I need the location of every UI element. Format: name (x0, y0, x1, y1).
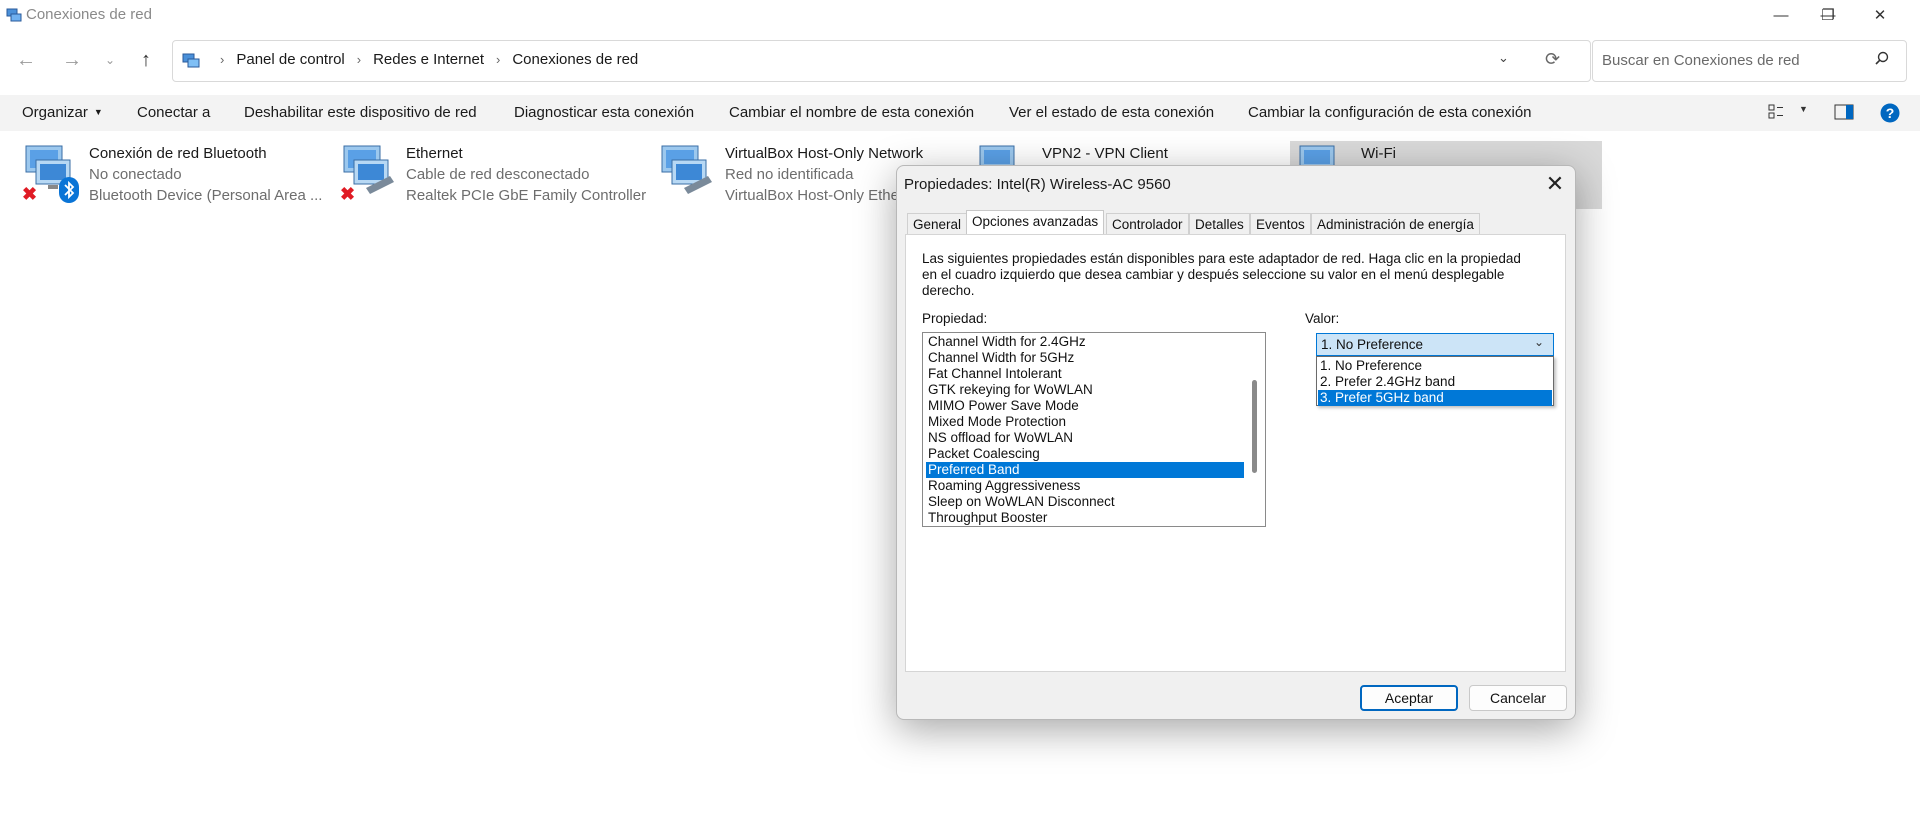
organize-label: Organizar (22, 104, 88, 121)
tab-advanced-options[interactable]: Opciones avanzadas (966, 210, 1105, 235)
breadcrumb: › Panel de control › Redes e Internet › … (182, 51, 638, 68)
connect-to-button[interactable]: Conectar a (137, 104, 210, 121)
search-placeholder: Buscar en Conexiones de red (1602, 52, 1800, 69)
dropdown-option-highlighted[interactable]: 3. Prefer 5GHz band (1318, 390, 1552, 406)
list-item-selected[interactable]: Preferred Band (926, 462, 1244, 478)
connection-name: Ethernet (406, 145, 463, 162)
list-item[interactable]: NS offload for WoWLAN (926, 430, 1244, 446)
connection-name: Wi-Fi (1361, 145, 1396, 162)
connection-name: Conexión de red Bluetooth (89, 145, 267, 162)
breadcrumb-item-control-panel[interactable]: Panel de control (236, 51, 344, 68)
connection-name: VPN2 - VPN Client (1042, 145, 1168, 162)
change-settings-button[interactable]: Cambiar la configuración de esta conexió… (1248, 104, 1532, 121)
list-item[interactable]: Channel Width for 2.4GHz (926, 334, 1244, 350)
list-item[interactable]: Sleep on WoWLAN Disconnect (926, 494, 1244, 510)
window-minimize-button[interactable]: — (1758, 0, 1804, 30)
value-dropdown-list[interactable]: 1. No Preference 2. Prefer 2.4GHz band 3… (1316, 356, 1554, 406)
address-history-chevron-icon[interactable]: ⌄ (1498, 50, 1509, 66)
connection-status: Cable de red desconectado (406, 166, 590, 183)
up-arrow-icon[interactable]: ↑ (132, 46, 160, 74)
list-scrollbar-thumb[interactable] (1252, 380, 1257, 473)
list-item[interactable]: Mixed Mode Protection (926, 414, 1244, 430)
connection-status: No conectado (89, 166, 182, 183)
dropdown-option[interactable]: 2. Prefer 2.4GHz band (1318, 374, 1552, 390)
breadcrumb-item-network-internet[interactable]: Redes e Internet (373, 51, 484, 68)
dropdown-option[interactable]: 1. No Preference (1318, 358, 1552, 374)
list-item[interactable]: Packet Coalescing (926, 446, 1244, 462)
value-label: Valor: (1305, 311, 1340, 326)
window-title: Conexiones de red (26, 6, 152, 23)
network-computer-icon (656, 142, 716, 207)
view-options-icon[interactable] (1768, 103, 1788, 126)
control-panel-icon (182, 52, 200, 68)
window-restore-button[interactable]: ❐ (1805, 0, 1851, 30)
tab-events[interactable]: Eventos (1250, 213, 1311, 234)
svg-text:?: ? (1886, 105, 1895, 121)
connection-status: Red no identificada (725, 166, 854, 183)
forward-arrow-icon[interactable]: → (58, 46, 86, 74)
organize-menu-button[interactable]: Organizar ▼ (22, 104, 103, 121)
tab-driver[interactable]: Controlador (1106, 213, 1189, 234)
dialog-title: Propiedades: Intel(R) Wireless-AC 9560 (904, 176, 1171, 193)
description-line-2: en el cuadro izquierdo que desea cambiar… (922, 267, 1505, 282)
list-item[interactable]: MIMO Power Save Mode (926, 398, 1244, 414)
rename-connection-button[interactable]: Cambiar el nombre de esta conexión (729, 104, 974, 121)
refresh-icon[interactable]: ⟳ (1545, 49, 1560, 70)
disconnected-x-icon: ✖ (22, 184, 38, 204)
bluetooth-icon (58, 176, 80, 209)
breadcrumb-item-network-connections[interactable]: Conexiones de red (512, 51, 638, 68)
connection-name: VirtualBox Host-Only Network (725, 145, 924, 162)
breadcrumb-separator-icon: › (356, 52, 362, 67)
list-item[interactable]: Roaming Aggressiveness (926, 478, 1244, 494)
network-folder-icon (6, 8, 22, 22)
connection-device: VirtualBox Host-Only Ethe (725, 187, 899, 204)
breadcrumb-separator-icon: › (220, 52, 225, 67)
recent-locations-chevron-icon[interactable]: ⌄ (96, 46, 124, 74)
breadcrumb-separator-icon: › (496, 52, 501, 67)
tab-power-management[interactable]: Administración de energía (1311, 213, 1480, 234)
preview-pane-icon[interactable] (1834, 104, 1854, 125)
list-item[interactable]: Channel Width for 5GHz (926, 350, 1244, 366)
view-status-button[interactable]: Ver el estado de esta conexión (1009, 104, 1214, 121)
dialog-close-button[interactable]: ✕ (1540, 171, 1570, 196)
ok-button[interactable]: Aceptar (1360, 685, 1458, 711)
search-icon (1874, 51, 1890, 72)
chevron-down-icon[interactable]: ⌄ (1534, 335, 1544, 349)
description-line-1: Las siguientes propiedades están disponi… (922, 251, 1521, 266)
property-listbox[interactable]: Channel Width for 2.4GHz Channel Width f… (922, 332, 1266, 527)
disconnected-x-icon: ✖ (340, 184, 356, 204)
tab-details[interactable]: Detalles (1189, 213, 1250, 234)
cancel-button[interactable]: Cancelar (1469, 685, 1567, 711)
connection-device: Realtek PCIe GbE Family Controller (406, 187, 647, 204)
list-item[interactable]: Fat Channel Intolerant (926, 366, 1244, 382)
view-dropdown-caret-icon[interactable]: ▼ (1799, 104, 1808, 114)
list-item[interactable]: Throughput Booster (926, 510, 1244, 526)
diagnose-connection-button[interactable]: Diagnosticar esta conexión (514, 104, 694, 121)
connection-device: Bluetooth Device (Personal Area ... (89, 187, 323, 204)
description-line-3: derecho. (922, 283, 975, 298)
list-item[interactable]: GTK rekeying for WoWLAN (926, 382, 1244, 398)
property-label: Propiedad: (922, 311, 988, 326)
window-close-button[interactable]: ✕ (1857, 0, 1903, 30)
disable-device-button[interactable]: Deshabilitar este dispositivo de red (244, 104, 477, 121)
back-arrow-icon[interactable]: ← (12, 46, 40, 74)
title-bar (0, 0, 1920, 30)
tab-general[interactable]: General (907, 213, 968, 234)
dropdown-caret-icon: ▼ (93, 107, 103, 117)
help-icon[interactable]: ? (1880, 103, 1900, 128)
value-combobox-selected: 1. No Preference (1321, 337, 1424, 352)
